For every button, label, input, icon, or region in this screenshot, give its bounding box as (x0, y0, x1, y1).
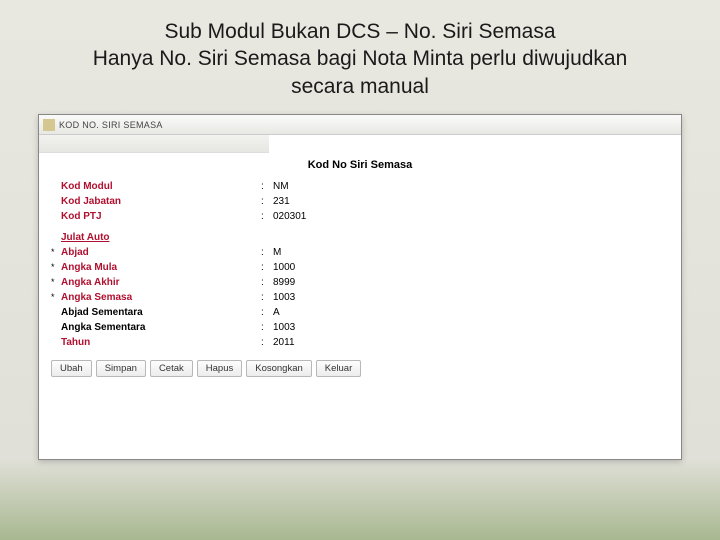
field-kod-ptj: Kod PTJ : 020301 (51, 209, 669, 224)
field-angka-semasa: * Angka Semasa : 1003 (51, 290, 669, 305)
slide-title-line3: secara manual (291, 75, 429, 98)
window-title: KOD NO. SIRI SEMASA (59, 120, 163, 130)
value-angka-sementara: 1003 (273, 320, 295, 335)
value-abjad-sementara: A (273, 305, 280, 320)
required-marker: * (51, 245, 61, 260)
value-tahun: 2011 (273, 335, 295, 350)
field-tahun: Tahun : 2011 (51, 335, 669, 350)
hapus-button[interactable]: Hapus (197, 360, 242, 377)
label-kod-modul: Kod Modul (61, 179, 261, 194)
field-angka-mula: * Angka Mula : 1000 (51, 260, 669, 275)
ubah-button[interactable]: Ubah (51, 360, 92, 377)
label-angka-sementara: Angka Sementara (61, 320, 261, 335)
required-marker: * (51, 260, 61, 275)
value-angka-akhir: 8999 (273, 275, 295, 290)
cetak-button[interactable]: Cetak (150, 360, 193, 377)
app-window: KOD NO. SIRI SEMASA Kod No Siri Semasa K… (38, 114, 682, 460)
kosongkan-button[interactable]: Kosongkan (246, 360, 312, 377)
slide-title-line1: Sub Modul Bukan DCS – No. Siri Semasa (164, 20, 555, 43)
field-angka-akhir: * Angka Akhir : 8999 (51, 275, 669, 290)
button-row: Ubah Simpan Cetak Hapus Kosongkan Keluar (39, 350, 681, 377)
form-area: Kod Modul : NM Kod Jabatan : 231 Kod PTJ… (39, 179, 681, 350)
label-angka-semasa: Angka Semasa (61, 290, 261, 305)
label-tahun: Tahun (61, 335, 261, 350)
section-julat-auto: Julat Auto (51, 232, 669, 243)
label-kod-ptj: Kod PTJ (61, 209, 261, 224)
content-title: Kod No Siri Semasa (39, 153, 681, 179)
field-kod-jabatan: Kod Jabatan : 231 (51, 194, 669, 209)
field-abjad-sementara: Abjad Sementara : A (51, 305, 669, 320)
required-marker: * (51, 275, 61, 290)
window-titlebar[interactable]: KOD NO. SIRI SEMASA (39, 115, 681, 135)
field-angka-sementara: Angka Sementara : 1003 (51, 320, 669, 335)
field-abjad: * Abjad : M (51, 245, 669, 260)
required-marker: * (51, 290, 61, 305)
window-icon (43, 119, 55, 131)
label-abjad: Abjad (61, 245, 261, 260)
label-kod-jabatan: Kod Jabatan (61, 194, 261, 209)
label-angka-mula: Angka Mula (61, 260, 261, 275)
toolbar-strip (39, 135, 269, 153)
slide-header: Sub Modul Bukan DCS – No. Siri Semasa Ha… (0, 0, 720, 112)
slide-title-line2: Hanya No. Siri Semasa bagi Nota Minta pe… (93, 47, 628, 70)
value-angka-semasa: 1003 (273, 290, 295, 305)
keluar-button[interactable]: Keluar (316, 360, 361, 377)
value-angka-mula: 1000 (273, 260, 295, 275)
value-kod-jabatan: 231 (273, 194, 290, 209)
value-kod-ptj: 020301 (273, 209, 306, 224)
label-angka-akhir: Angka Akhir (61, 275, 261, 290)
simpan-button[interactable]: Simpan (96, 360, 146, 377)
value-kod-modul: NM (273, 179, 289, 194)
value-abjad: M (273, 245, 281, 260)
label-abjad-sementara: Abjad Sementara (61, 305, 261, 320)
slide-title: Sub Modul Bukan DCS – No. Siri Semasa Ha… (60, 18, 660, 100)
field-kod-modul: Kod Modul : NM (51, 179, 669, 194)
